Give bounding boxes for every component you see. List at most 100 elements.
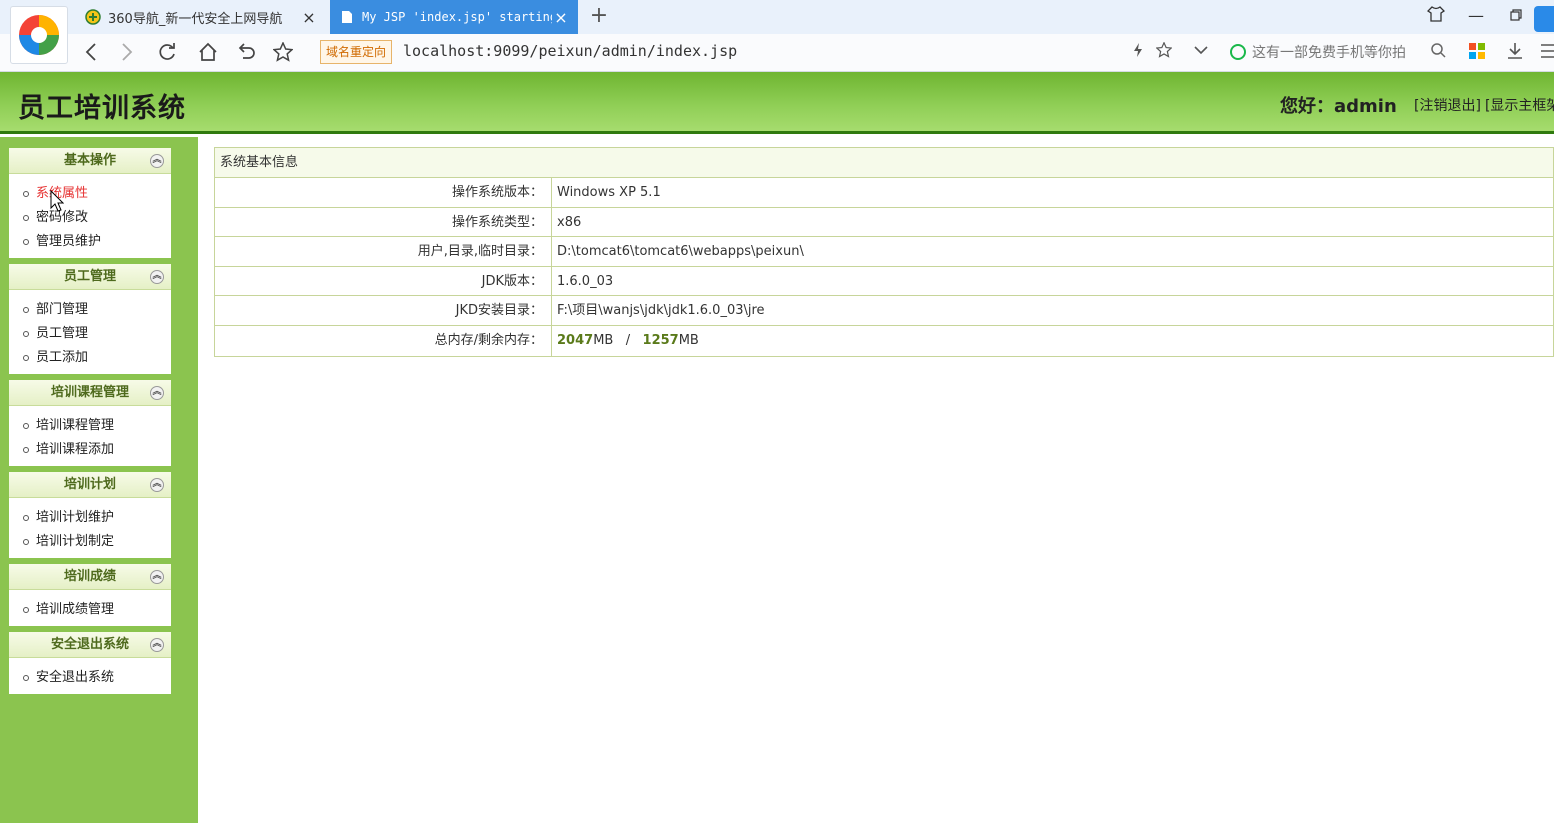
download-icon[interactable]: [1506, 42, 1524, 64]
favorite-star-icon[interactable]: [1155, 41, 1173, 62]
minimize-icon[interactable]: —: [1466, 6, 1486, 25]
undo-close-icon[interactable]: [233, 39, 259, 65]
system-info-table: 系统基本信息 操作系统版本： Windows XP 5.1 操作系统类型： x8…: [214, 147, 1554, 357]
collapse-icon[interactable]: ︽: [150, 638, 164, 652]
reload-icon[interactable]: [154, 39, 180, 65]
forward-icon[interactable]: [114, 39, 140, 65]
bullet-icon: [23, 447, 29, 453]
row-label: 用户,目录,临时目录：: [215, 237, 552, 266]
tab-title: My JSP 'index.jsp' starting: [362, 10, 552, 24]
page-icon: [338, 8, 356, 26]
bullet-icon: [23, 607, 29, 613]
collapse-icon[interactable]: ︽: [150, 570, 164, 584]
menu-group-basic: 基本操作 ︽ 系统属性 密码修改 管理员维护: [9, 148, 171, 258]
menu-group-header[interactable]: 培训计划 ︽: [9, 472, 171, 498]
table-row: 操作系统版本： Windows XP 5.1: [215, 178, 1553, 208]
menu-group-header[interactable]: 基本操作 ︽: [9, 148, 171, 174]
menu-group-header[interactable]: 培训成绩 ︽: [9, 564, 171, 590]
user-greeting: 您好：admin: [1280, 96, 1397, 117]
memory-value: 2047MB / 1257MB: [557, 332, 699, 348]
memory-total: 2047: [557, 332, 594, 348]
logout-link[interactable]: [注销退出]: [1414, 98, 1481, 114]
menu-group-course: 培训课程管理 ︽ 培训课程管理 培训课程添加: [9, 380, 171, 466]
sidebar: 基本操作 ︽ 系统属性 密码修改 管理员维护 员工管理 ︽ 部门管理 员工管理 …: [0, 137, 198, 823]
bullet-icon: [23, 539, 29, 545]
browser-tab-bar: 360导航_新一代安全上网导航 × My JSP 'index.jsp' sta…: [0, 0, 1554, 64]
browser-nav-bar: 域名重定向 localhost:9099/peixun/admin/index.…: [0, 34, 1554, 72]
sidebar-item-system-properties[interactable]: 系统属性: [9, 182, 171, 206]
sidebar-item-department[interactable]: 部门管理: [9, 298, 171, 322]
table-row: 操作系统类型： x86: [215, 207, 1553, 238]
sidebar-item-employee-manage[interactable]: 员工管理: [9, 322, 171, 346]
table-row: JDK版本： 1.6.0_03: [215, 266, 1553, 297]
row-value: Windows XP 5.1: [557, 185, 661, 200]
menu-icon[interactable]: [1540, 42, 1554, 64]
main-content: 系统基本信息 操作系统版本： Windows XP 5.1 操作系统类型： x8…: [198, 137, 1554, 823]
row-label: 总内存/剩余内存：: [215, 325, 552, 356]
sidebar-item-plan-maintain[interactable]: 培训计划维护: [9, 506, 171, 530]
sidebar-item-safe-logout[interactable]: 安全退出系统: [9, 666, 171, 690]
sidebar-item-change-password[interactable]: 密码修改: [9, 206, 171, 230]
chevron-down-icon[interactable]: [1193, 42, 1209, 62]
bullet-icon: [23, 307, 29, 313]
new-tab-button[interactable]: +: [588, 3, 610, 28]
apps-grid-icon[interactable]: [1468, 42, 1486, 64]
address-bar[interactable]: localhost:9099/peixun/admin/index.jsp: [403, 42, 737, 60]
table-row: 用户,目录,临时目录： D:\tomcat6\tomcat6\webapps\p…: [215, 237, 1553, 267]
bullet-icon: [23, 675, 29, 681]
bullet-icon: [23, 355, 29, 361]
table-row: JKD安装目录： F:\项目\wanjs\jdk\jdk1.6.0_03\jre: [215, 296, 1553, 326]
menu-group-plan: 培训计划 ︽ 培训计划维护 培训计划制定: [9, 472, 171, 558]
search-icon[interactable]: [1431, 42, 1446, 62]
tab-title: 360导航_新一代安全上网导航: [108, 11, 283, 27]
collapse-icon[interactable]: ︽: [150, 154, 164, 168]
row-label: JDK版本：: [215, 266, 552, 296]
skin-icon[interactable]: [1426, 6, 1446, 26]
search-engine-icon: [1230, 44, 1246, 60]
lightning-icon[interactable]: [1132, 42, 1144, 62]
sidebar-item-plan-create[interactable]: 培训计划制定: [9, 530, 171, 554]
menu-group-header[interactable]: 培训课程管理 ︽: [9, 380, 171, 406]
row-label: 操作系统类型：: [215, 207, 552, 237]
360-nav-icon: [84, 8, 102, 26]
bullet-icon: [23, 331, 29, 337]
sidebar-toggle-icon[interactable]: [1534, 6, 1554, 32]
menu-group-logout: 安全退出系统 ︽ 安全退出系统: [9, 632, 171, 694]
restore-icon[interactable]: [1506, 6, 1526, 25]
row-value: F:\项目\wanjs\jdk\jdk1.6.0_03\jre: [557, 303, 765, 319]
sidebar-item-employee-add[interactable]: 员工添加: [9, 346, 171, 370]
row-label: JKD安装目录：: [215, 296, 552, 325]
row-value: D:\tomcat6\tomcat6\webapps\peixun\: [557, 244, 804, 260]
bullet-icon: [23, 215, 29, 221]
browser-logo-icon: [19, 15, 59, 55]
header-links: [注销退出] [显示主框架: [1414, 95, 1554, 115]
redirect-badge[interactable]: 域名重定向: [320, 40, 393, 64]
home-icon[interactable]: [195, 39, 221, 65]
menu-group-employee: 员工管理 ︽ 部门管理 员工管理 员工添加: [9, 264, 171, 374]
row-value: x86: [557, 214, 582, 230]
menu-group-score: 培训成绩 ︽ 培训成绩管理: [9, 564, 171, 626]
close-tab-icon[interactable]: ×: [300, 8, 318, 27]
browser-logo[interactable]: [10, 6, 68, 64]
menu-group-header[interactable]: 员工管理 ︽: [9, 264, 171, 290]
mouse-cursor-icon: [50, 189, 65, 216]
collapse-icon[interactable]: ︽: [150, 270, 164, 284]
bullet-icon: [23, 515, 29, 521]
tab-admin-index[interactable]: My JSP 'index.jsp' starting ×: [330, 0, 578, 34]
back-icon[interactable]: [78, 39, 104, 65]
sidebar-item-admin-maintenance[interactable]: 管理员维护: [9, 230, 171, 254]
bullet-icon: [23, 239, 29, 245]
collapse-icon[interactable]: ︽: [150, 478, 164, 492]
collapse-icon[interactable]: ︽: [150, 386, 164, 400]
sidebar-item-course-manage[interactable]: 培训课程管理: [9, 414, 171, 438]
search-box[interactable]: 这有一部免费手机等你拍: [1226, 39, 1450, 65]
sidebar-item-score-manage[interactable]: 培训成绩管理: [9, 598, 171, 622]
memory-free: 1257: [642, 332, 679, 348]
close-tab-icon[interactable]: ×: [552, 8, 570, 27]
bookmark-star-icon[interactable]: [270, 39, 296, 65]
sidebar-item-course-add[interactable]: 培训课程添加: [9, 438, 171, 462]
menu-group-header[interactable]: 安全退出系统 ︽: [9, 632, 171, 658]
show-main-frame-link[interactable]: [显示主框架: [1485, 98, 1554, 114]
tab-360-nav[interactable]: 360导航_新一代安全上网导航 ×: [76, 0, 326, 34]
bullet-icon: [23, 191, 29, 197]
